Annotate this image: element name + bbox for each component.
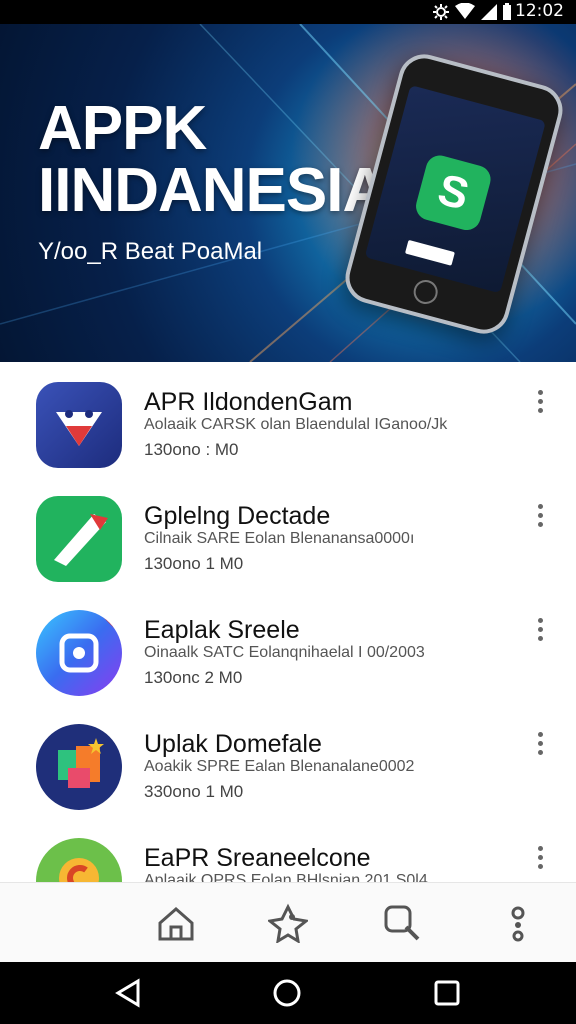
list-item[interactable]: APR IldondenGam Aolaaik CARSK olan Blaen… — [0, 362, 576, 476]
colorful-tiles-icon — [36, 724, 122, 810]
settings-icon — [433, 4, 449, 20]
app-meta: 130ono : M0 — [144, 440, 239, 459]
list-item[interactable]: EaPR Sreaneelcone Aplaaik OPRS Eolan BHl… — [0, 818, 576, 882]
more-options-icon[interactable] — [538, 390, 546, 417]
app-description: Oinaalk SATC Eolanqnihaelal I 00/2003 — [144, 644, 425, 661]
app-meta: 130ono 1 M0 — [144, 554, 244, 573]
app-description: Aplaaik OPRS Eolan BHlsnian 201 S0l4 — [144, 872, 428, 882]
phone-chip — [404, 239, 455, 266]
status-icons — [432, 3, 512, 21]
rocket-icon[interactable] — [266, 903, 310, 944]
list-item[interactable]: Eaplak Sreele Oinaalk SATC Eolanqnihaela… — [0, 590, 576, 704]
green-arrow-icon — [36, 496, 122, 582]
app-badge-icon: S — [412, 152, 494, 234]
hero-title-line2: IINDANESIA — [38, 156, 387, 225]
app-name: Eaplak Sreele — [144, 616, 300, 644]
bottom-navigation — [0, 882, 576, 963]
battery-icon — [503, 3, 511, 20]
app-description: Aolaaik CARSK olan Blaendulal IGanoo/Jk — [144, 416, 448, 433]
search-icon[interactable] — [382, 903, 422, 943]
app-name: APR IldondenGam — [144, 388, 353, 416]
back-icon[interactable] — [114, 978, 144, 1008]
app-list: APR IldondenGam Aolaaik CARSK olan Blaen… — [0, 362, 576, 882]
home-icon[interactable] — [156, 903, 196, 943]
hero-title: APPK IINDANESIA — [38, 94, 387, 225]
more-options-icon[interactable] — [538, 846, 546, 873]
system-navigation-bar — [0, 962, 576, 1024]
wifi-icon — [455, 3, 475, 19]
more-options-icon[interactable] — [538, 504, 546, 531]
more-options-icon[interactable] — [538, 618, 546, 645]
hero-subtitle: Y/oo_R Beat PoaMal — [38, 238, 263, 265]
phone-screen: S — [364, 85, 546, 294]
app-meta: 330ono 1 M0 — [144, 782, 244, 801]
signal-icon — [481, 4, 497, 20]
android-face-icon — [36, 382, 122, 468]
hero-title-line1: APPK — [38, 94, 207, 163]
list-item[interactable]: Uplak Domefale Aoakik SPRE Ealan Blenana… — [0, 704, 576, 818]
app-description: Aoakik SPRE Ealan Blenanalane0002 — [144, 758, 415, 775]
profile-icon[interactable] — [498, 903, 538, 943]
phone-home-button — [410, 277, 441, 307]
status-bar: 12:02 — [0, 0, 576, 24]
list-item[interactable]: Gplelng Dectade Cilnaik SARE Eolan Blena… — [0, 476, 576, 590]
status-time: 12:02 — [515, 1, 564, 21]
recents-icon[interactable] — [432, 978, 462, 1008]
app-name: Gplelng Dectade — [144, 502, 331, 530]
home-circle-icon[interactable] — [272, 978, 302, 1008]
hero-banner: APPK IINDANESIA Y/oo_R Beat PoaMal S — [0, 24, 576, 362]
camera-square-icon — [36, 610, 122, 696]
more-options-icon[interactable] — [538, 732, 546, 759]
app-name: Uplak Domefale — [144, 730, 322, 758]
app-name: EaPR Sreaneelcone — [144, 844, 371, 872]
app-meta: 130onc 2 M0 — [144, 668, 243, 687]
sun-c-icon — [36, 838, 122, 882]
app-description: Cilnaik SARE Eolan Blenanansa0000ı — [144, 530, 415, 547]
